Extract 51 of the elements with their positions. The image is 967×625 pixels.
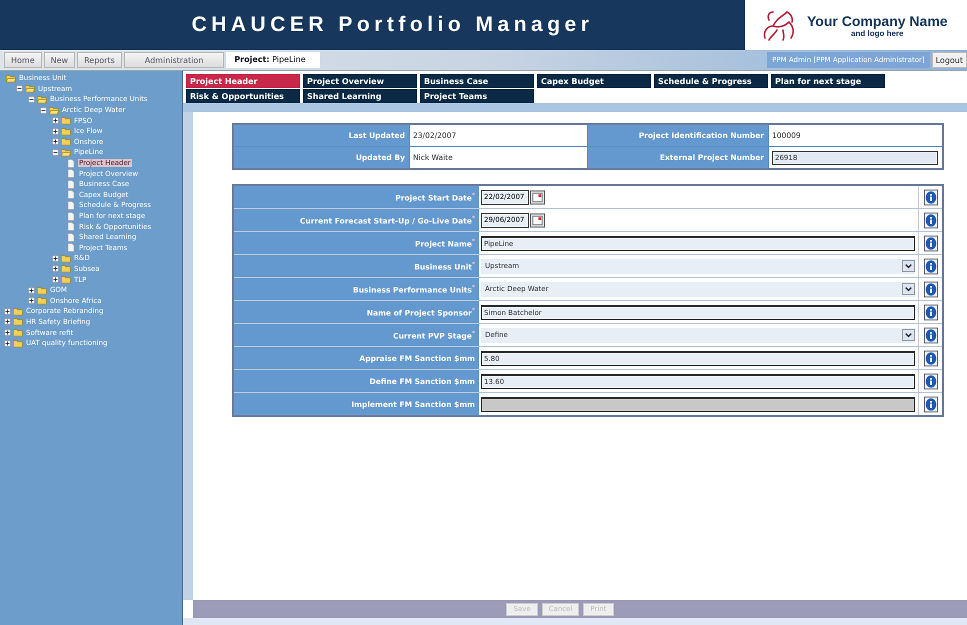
tab[interactable]: Project Teams: [420, 89, 534, 103]
info-icon[interactable]: [924, 188, 938, 206]
company-name: Your Company Name: [807, 12, 948, 28]
nav-button[interactable]: New: [44, 52, 76, 68]
minus-icon[interactable]: [16, 85, 23, 92]
plus-icon[interactable]: [52, 276, 59, 284]
info-icon[interactable]: [924, 212, 938, 228]
plus-icon[interactable]: [28, 286, 35, 294]
plus-icon[interactable]: [52, 128, 59, 135]
minus-icon[interactable]: [28, 96, 35, 103]
info-icon[interactable]: [924, 372, 938, 390]
tab[interactable]: Business Case: [420, 74, 534, 88]
tab[interactable]: Risk & Opportunities: [186, 89, 300, 103]
tab[interactable]: Project Overview: [303, 74, 417, 88]
minus-icon[interactable]: [52, 148, 59, 156]
plus-icon[interactable]: [4, 340, 11, 347]
info-icon[interactable]: [924, 258, 938, 274]
folder-icon: [37, 94, 47, 104]
tab[interactable]: Plan for next stage: [771, 74, 885, 88]
nav-button[interactable]: Administration: [124, 52, 224, 68]
nav-button[interactable]: Home: [4, 52, 42, 68]
info-icon[interactable]: [924, 304, 938, 320]
plus-icon[interactable]: [4, 308, 11, 315]
app-title: CHAUCER Portfolio Manager: [190, 13, 594, 37]
plus-icon[interactable]: [52, 254, 59, 262]
project-label: Project: PipeLine: [226, 52, 320, 68]
minus-icon[interactable]: [40, 106, 47, 114]
plus-icon[interactable]: [4, 329, 11, 336]
tab[interactable]: Schedule & Progress: [654, 74, 768, 88]
folder-icon: [61, 148, 71, 157]
tab[interactable]: Capex Budget: [537, 74, 651, 88]
plus-icon[interactable]: [28, 297, 35, 304]
calendar-icon[interactable]: [530, 190, 545, 204]
info-icon[interactable]: [924, 234, 938, 252]
folder-icon: [25, 84, 35, 94]
nav-button[interactable]: Reports: [77, 52, 122, 68]
info-icon[interactable]: [924, 326, 938, 344]
folder-icon: [49, 106, 59, 115]
tab[interactable]: Project Header: [186, 74, 300, 88]
plus-icon[interactable]: [52, 265, 59, 272]
tab[interactable]: Shared Learning: [303, 89, 417, 103]
plus-icon[interactable]: [4, 318, 11, 326]
info-icon[interactable]: [924, 350, 938, 366]
info-icon[interactable]: [924, 280, 938, 298]
logout-button[interactable]: Logout: [932, 52, 967, 68]
calendar-icon[interactable]: [530, 212, 545, 228]
company-tagline: and logo here: [851, 28, 904, 38]
plus-icon[interactable]: [52, 117, 59, 124]
plus-icon[interactable]: [52, 138, 59, 146]
info-icon[interactable]: [924, 396, 938, 412]
input-field[interactable]: [481, 396, 915, 412]
